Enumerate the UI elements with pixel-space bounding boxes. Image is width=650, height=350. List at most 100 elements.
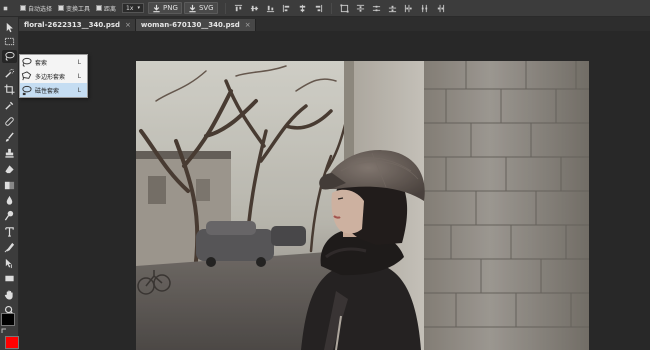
- zoom-value: 1x: [126, 4, 134, 12]
- magnetic-lasso-icon: [22, 85, 32, 95]
- transform-tools-label: 变换工具: [66, 5, 91, 13]
- lasso-icon: [5, 51, 15, 61]
- distribute-left-icon: [404, 4, 412, 12]
- document-tab-bar: floral-2622313__340.psd × woman-670130__…: [19, 17, 650, 31]
- gradient-tool[interactable]: [2, 179, 17, 192]
- menu-item-label: 套索: [35, 59, 48, 67]
- menu-icon[interactable]: [0, 0, 11, 17]
- move-arrow-icon: [6, 22, 13, 33]
- menu-item-polygonal-lasso[interactable]: 多边形套索 L: [20, 69, 87, 83]
- distribute-right-button[interactable]: [436, 0, 445, 17]
- transform-tools-checkbox[interactable]: 变换工具: [58, 0, 90, 17]
- crop-tool[interactable]: [2, 83, 17, 96]
- type-t-icon: [5, 227, 14, 237]
- distance-label: 距离: [104, 5, 117, 13]
- align-left-icon: [282, 4, 289, 12]
- menu-item-label: 磁性套索: [35, 87, 60, 95]
- align-vertical-center-icon: [250, 5, 258, 11]
- tab-woman[interactable]: woman-670130__340.psd ×: [135, 19, 256, 31]
- shortcut-key: L: [77, 86, 81, 94]
- bounding-box-icon: [340, 3, 349, 13]
- lasso-icon: [22, 57, 32, 67]
- distance-box[interactable]: [96, 5, 103, 11]
- align-right-button[interactable]: [314, 0, 323, 17]
- blur-tool[interactable]: [2, 194, 17, 207]
- move-tool[interactable]: [2, 21, 17, 34]
- zoom-select[interactable]: 1x ▾: [122, 3, 145, 13]
- distribute-top-icon: [356, 4, 364, 12]
- dodge-tool[interactable]: [2, 209, 17, 222]
- chevron-down-icon: ▾: [137, 5, 141, 11]
- distribute-top-button[interactable]: [356, 0, 365, 17]
- rectangle-shape-tool[interactable]: [2, 272, 17, 285]
- gradient-icon: [4, 181, 15, 190]
- crop-icon: [4, 84, 15, 95]
- brush-tool[interactable]: [2, 131, 17, 144]
- align-right-icon: [315, 4, 322, 12]
- close-icon[interactable]: ×: [125, 21, 131, 29]
- download-icon: [153, 4, 160, 12]
- background-color-swatch[interactable]: [5, 336, 19, 349]
- menu-item-lasso[interactable]: 套索 L: [20, 55, 87, 69]
- marquee-tool[interactable]: [2, 35, 17, 48]
- distribute-right-icon: [437, 4, 444, 12]
- tab-floral[interactable]: floral-2622313__340.psd ×: [19, 19, 136, 31]
- tools-panel: [0, 17, 19, 350]
- canvas-workspace[interactable]: [19, 31, 650, 350]
- document-canvas[interactable]: [136, 61, 589, 350]
- auto-select-label: 自动选择: [28, 5, 53, 13]
- eyedropper-icon: [5, 101, 14, 110]
- align-top-icon: [234, 4, 242, 11]
- export-svg-button[interactable]: SVG: [183, 2, 218, 14]
- distance-checkbox[interactable]: 距离: [96, 0, 116, 17]
- auto-select-box[interactable]: [20, 5, 26, 11]
- download-icon: [189, 4, 196, 12]
- dodge-icon: [4, 210, 14, 221]
- polygon-lasso-icon: [21, 70, 32, 80]
- healing-brush-tool[interactable]: [2, 115, 17, 128]
- distribute-hcenter-button[interactable]: [420, 0, 429, 17]
- export-png-label: PNG: [163, 4, 178, 12]
- align-vcenter-button[interactable]: [250, 0, 259, 17]
- photopea-app: 自动选择 变换工具 距离 1x ▾ PNG SVG floral-2622313…: [0, 0, 650, 350]
- align-top-button[interactable]: [234, 0, 243, 17]
- align-bottom-icon: [266, 5, 274, 12]
- water-drop-icon: [6, 195, 13, 205]
- export-png-button[interactable]: PNG: [148, 2, 182, 14]
- align-bottom-button[interactable]: [266, 0, 275, 17]
- lasso-tool[interactable]: [2, 50, 17, 63]
- stamp-icon: [5, 148, 14, 158]
- eraser-icon: [5, 165, 14, 174]
- distribute-bottom-button[interactable]: [388, 0, 397, 17]
- distribute-horizontal-center-icon: [421, 4, 427, 12]
- type-tool[interactable]: [2, 225, 17, 238]
- eraser-tool[interactable]: [2, 163, 17, 176]
- swap-colors-icon[interactable]: [1, 328, 8, 334]
- hand-icon: [4, 290, 13, 300]
- hand-tool[interactable]: [2, 288, 17, 301]
- tab-label: woman-670130__340.psd: [140, 21, 240, 29]
- path-selection-tool[interactable]: [2, 257, 17, 270]
- eyedropper-tool[interactable]: [2, 99, 17, 112]
- brush-icon: [5, 132, 14, 142]
- transform-tools-box[interactable]: [58, 5, 65, 11]
- photo-woman-in-cap: [136, 61, 589, 350]
- quick-selection-tool[interactable]: [2, 67, 17, 80]
- foreground-color-swatch[interactable]: [1, 313, 15, 326]
- align-hcenter-button[interactable]: [298, 0, 307, 17]
- menu-item-label: 多边形套索: [35, 73, 66, 81]
- menu-item-magnetic-lasso[interactable]: 磁性套索 L: [20, 83, 87, 97]
- align-left-button[interactable]: [282, 0, 291, 17]
- close-icon[interactable]: ×: [245, 21, 251, 29]
- auto-select-checkbox[interactable]: 自动选择: [20, 0, 52, 17]
- export-svg-label: SVG: [198, 4, 214, 12]
- transform-controls-button[interactable]: [340, 0, 349, 17]
- options-bar: 自动选择 变换工具 距离 1x ▾ PNG SVG: [0, 0, 650, 17]
- path-select-arrow-icon: [5, 258, 12, 269]
- distribute-vcenter-button[interactable]: [372, 0, 381, 17]
- tab-label: floral-2622313__340.psd: [24, 21, 121, 29]
- distribute-bottom-icon: [388, 5, 396, 12]
- pen-tool[interactable]: [2, 241, 17, 254]
- distribute-left-button[interactable]: [404, 0, 413, 17]
- clone-stamp-tool[interactable]: [2, 147, 17, 160]
